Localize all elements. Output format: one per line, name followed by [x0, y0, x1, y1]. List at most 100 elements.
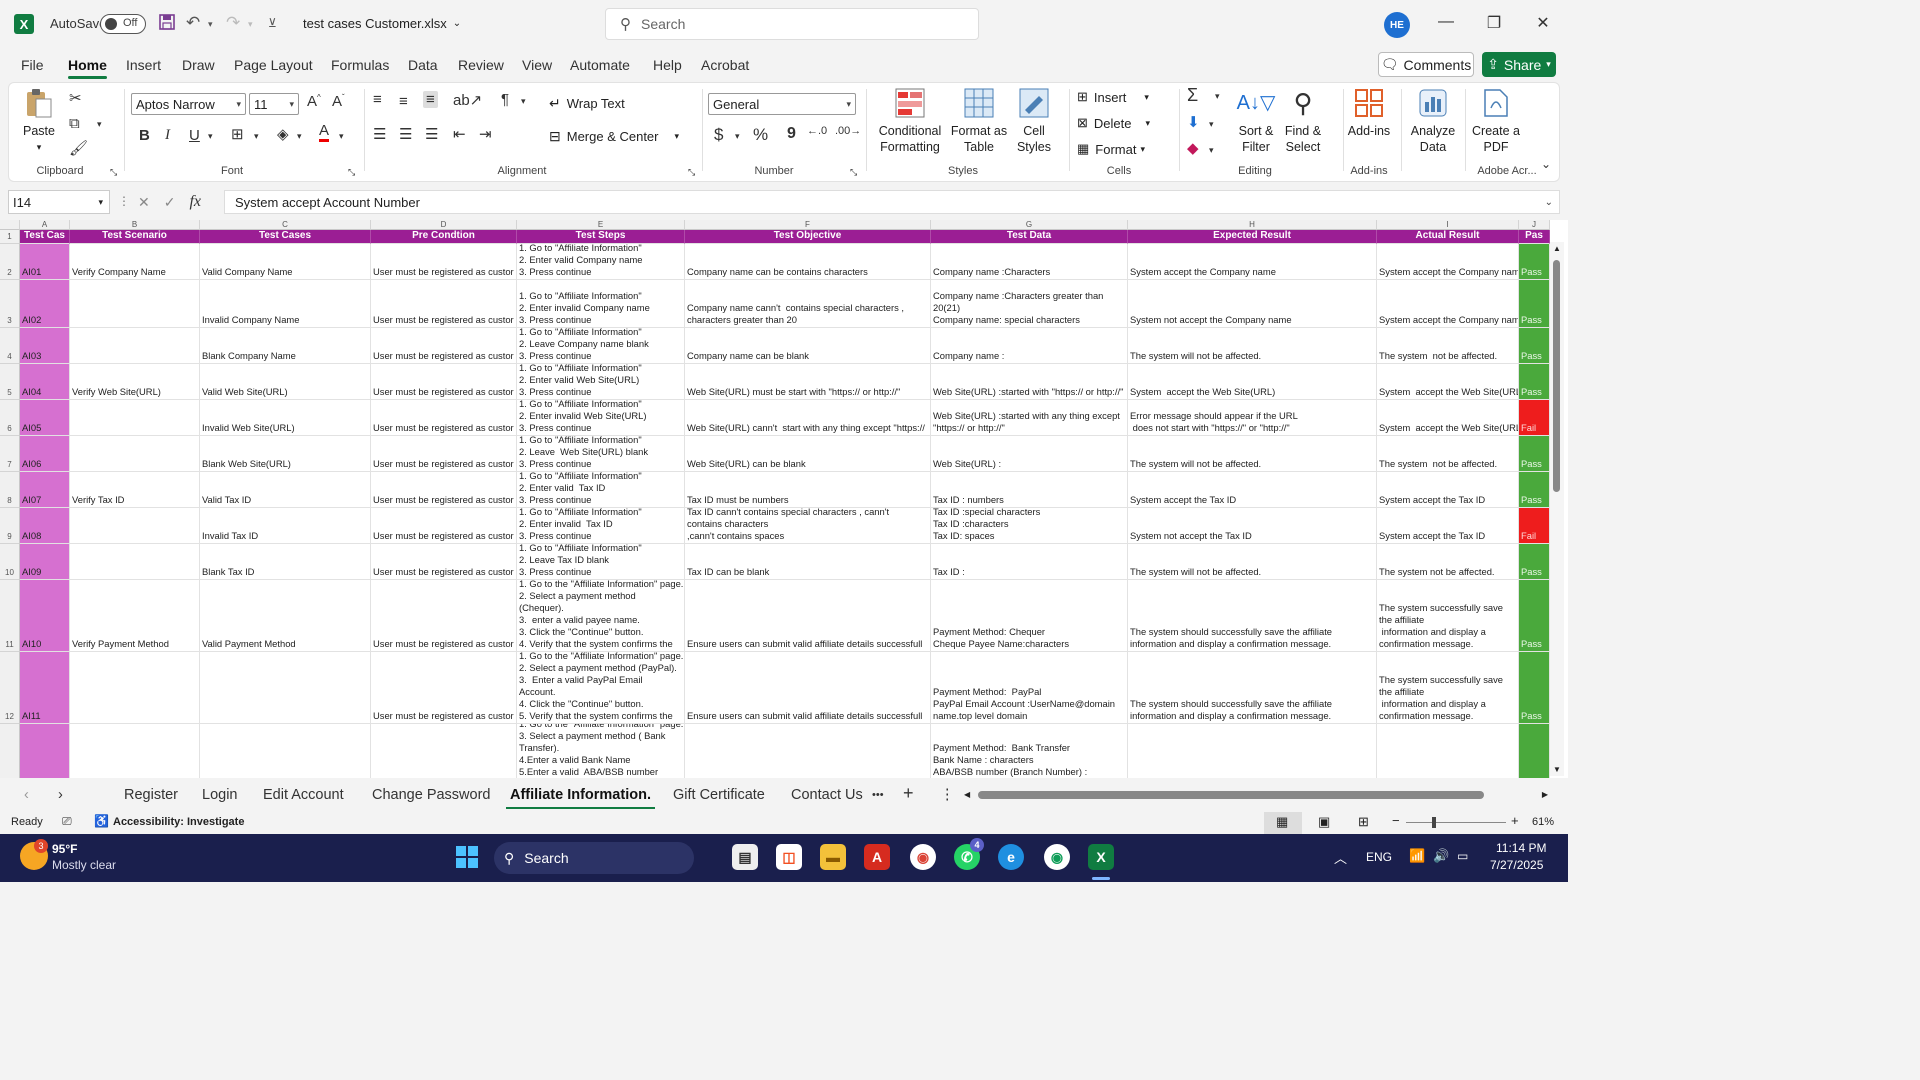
- share-button[interactable]: ⇪ Share ▾: [1482, 52, 1556, 77]
- start-icon[interactable]: [456, 846, 478, 868]
- zoom-in-icon[interactable]: +: [1511, 813, 1519, 828]
- row-header[interactable]: [0, 724, 20, 778]
- cell-steps[interactable]: 1. Go to "Affiliate Information" 2. Ente…: [517, 280, 685, 328]
- cell-tdata[interactable]: Payment Method: PayPal PayPal Email Acco…: [931, 652, 1128, 724]
- cell-steps[interactable]: 1. Go to "Affiliate Information" 2. Leav…: [517, 544, 685, 580]
- cell-tdata[interactable]: Web Site(URL) :started with "https:// or…: [931, 364, 1128, 400]
- header-cell[interactable]: Test Data: [931, 230, 1128, 244]
- cell-expected[interactable]: The system should successfully save the …: [1128, 652, 1377, 724]
- undo-dropdown-icon[interactable]: ▾: [208, 19, 213, 30]
- cell-tdata[interactable]: Payment Method: Bank Transfer Bank Name …: [931, 724, 1128, 778]
- align-center-icon[interactable]: ☰: [399, 125, 412, 143]
- cell-steps[interactable]: 1. Go to "Affiliate Information" 2. Ente…: [517, 508, 685, 544]
- cell-scenario[interactable]: [70, 328, 200, 364]
- insert-cells-button[interactable]: ⊞ Insert ▾: [1077, 89, 1149, 105]
- zoom-out-icon[interactable]: −: [1392, 813, 1400, 828]
- dialog-launcher-icon[interactable]: ⤡: [688, 167, 695, 178]
- sort-filter-button[interactable]: A↓▽ Sort & Filter: [1235, 87, 1277, 155]
- cut-icon[interactable]: ✂: [69, 89, 82, 107]
- cell-case[interactable]: Blank Company Name: [200, 328, 371, 364]
- cell-actual[interactable]: System accept the Tax ID: [1377, 472, 1519, 508]
- increase-decimal-icon[interactable]: ←.0: [807, 125, 827, 137]
- tab-home[interactable]: Home: [68, 57, 107, 79]
- chevron-down-icon[interactable]: ▾: [297, 131, 302, 142]
- next-sheet-icon[interactable]: ›: [58, 787, 63, 803]
- chevron-down-icon[interactable]: ▾: [1209, 119, 1214, 130]
- header-cell[interactable]: Actual Result: [1377, 230, 1519, 244]
- cell-expected[interactable]: The system will not be affected.: [1128, 436, 1377, 472]
- cell-objective[interactable]: [685, 724, 931, 778]
- weather-desc[interactable]: Mostly clear: [52, 858, 116, 872]
- cell-styles-button[interactable]: Cell Styles: [1013, 87, 1055, 155]
- cell-steps[interactable]: 1. Go to "Affiliate Information" 2. Ente…: [517, 244, 685, 280]
- autosum-icon[interactable]: Σ: [1187, 85, 1198, 106]
- macro-recorder-icon[interactable]: ⎚: [62, 814, 72, 829]
- column-header[interactable]: H: [1128, 220, 1377, 230]
- search-input[interactable]: ⚲ Search: [605, 8, 979, 40]
- cell-expected[interactable]: System not accept the Company name: [1128, 280, 1377, 328]
- header-cell[interactable]: Pas: [1519, 230, 1550, 244]
- font-color-icon[interactable]: A: [319, 123, 330, 142]
- row-header[interactable]: 2: [0, 244, 20, 280]
- input-language[interactable]: ENG: [1366, 850, 1392, 864]
- close-icon[interactable]: ✕: [1533, 13, 1553, 33]
- decrease-indent-icon[interactable]: ⇤: [453, 125, 466, 143]
- edge-icon[interactable]: e: [998, 844, 1024, 870]
- increase-font-icon[interactable]: A^: [307, 93, 321, 110]
- cell-objective[interactable]: Ensure users can submit valid affiliate …: [685, 652, 931, 724]
- tab-draw[interactable]: Draw: [182, 57, 215, 73]
- scroll-thumb[interactable]: [978, 791, 1484, 799]
- collapse-ribbon-icon[interactable]: ⌄: [1541, 157, 1551, 171]
- increase-indent-icon[interactable]: ⇥: [479, 125, 492, 143]
- store-icon[interactable]: ◫: [776, 844, 802, 870]
- cell-case[interactable]: Valid Company Name: [200, 244, 371, 280]
- column-header[interactable]: D: [371, 220, 517, 230]
- zoom-slider-thumb[interactable]: [1432, 817, 1436, 828]
- restore-icon[interactable]: ❐: [1484, 13, 1504, 33]
- cell-pre[interactable]: User must be registered as custor: [371, 508, 517, 544]
- header-cell[interactable]: Pre Condtion: [371, 230, 517, 244]
- cell-case[interactable]: [200, 724, 371, 778]
- cell-case[interactable]: Valid Tax ID: [200, 472, 371, 508]
- decrease-decimal-icon[interactable]: .00→: [835, 125, 861, 137]
- cell-steps[interactable]: 1. Go to the "Affiliate Information" pag…: [517, 580, 685, 652]
- cell-pre[interactable]: User must be registered as custor: [371, 364, 517, 400]
- redo-dropdown-icon[interactable]: ▾: [248, 19, 253, 30]
- cell-actual[interactable]: The system not be affected.: [1377, 328, 1519, 364]
- battery-icon[interactable]: ▭: [1457, 849, 1468, 863]
- cell-tdata[interactable]: Tax ID :: [931, 544, 1128, 580]
- cell-id[interactable]: AI01: [20, 244, 70, 280]
- more-sheets-button[interactable]: •••: [872, 789, 884, 801]
- borders-icon[interactable]: ⊞: [231, 125, 244, 143]
- underline-button[interactable]: U: [189, 127, 200, 144]
- text-direction-icon[interactable]: ¶: [501, 91, 509, 108]
- cell-scenario[interactable]: Verify Company Name: [70, 244, 200, 280]
- cell-actual[interactable]: System accept the Company nam: [1377, 244, 1519, 280]
- row-header[interactable]: 6: [0, 400, 20, 436]
- number-format-select[interactable]: General ▾: [708, 93, 856, 115]
- cell-tdata[interactable]: Company name :Characters greater than 20…: [931, 280, 1128, 328]
- tab-page-layout[interactable]: Page Layout: [234, 57, 313, 73]
- cell-expected[interactable]: The system will not be affected.: [1128, 544, 1377, 580]
- cell-objective[interactable]: Company name cann't contains special cha…: [685, 280, 931, 328]
- tab-acrobat[interactable]: Acrobat: [701, 57, 749, 73]
- align-right-icon[interactable]: ☰: [425, 125, 438, 143]
- currency-button[interactable]: $: [714, 125, 723, 145]
- dialog-launcher-icon[interactable]: ⤡: [110, 167, 117, 178]
- font-size-select[interactable]: 11 ▾: [249, 93, 299, 115]
- sheet-tab-change-password[interactable]: Change Password: [372, 787, 491, 803]
- header-cell[interactable]: Test Steps: [517, 230, 685, 244]
- formula-input[interactable]: System accept Account Number ⌄: [224, 190, 1560, 214]
- merge-center-button[interactable]: ⊟ Merge & Center ▾: [549, 128, 679, 145]
- save-icon[interactable]: [158, 13, 176, 31]
- tab-insert[interactable]: Insert: [126, 57, 161, 73]
- cell-objective[interactable]: Company name can be blank: [685, 328, 931, 364]
- tab-data[interactable]: Data: [408, 57, 438, 73]
- cell-pre[interactable]: User must be registered as custor: [371, 472, 517, 508]
- dialog-launcher-icon[interactable]: ⤡: [850, 167, 857, 178]
- format-as-table-button[interactable]: Format as Table: [949, 87, 1009, 155]
- sheet-options-icon[interactable]: ⋮: [940, 787, 955, 803]
- tab-file[interactable]: File: [21, 57, 44, 73]
- row-header[interactable]: 3: [0, 280, 20, 328]
- sheet-tab-register[interactable]: Register: [124, 787, 178, 803]
